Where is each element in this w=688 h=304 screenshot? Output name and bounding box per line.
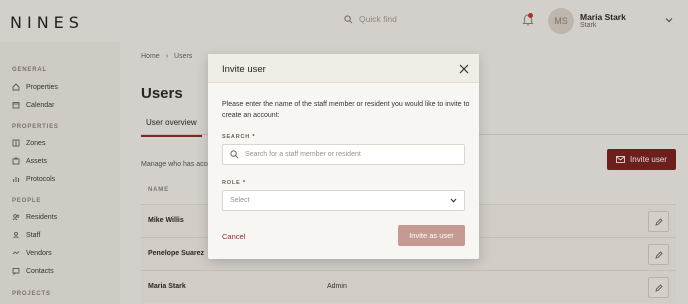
modal-description: Please enter the name of the staff membe… [222, 101, 470, 119]
staff-search-input[interactable]: Search for a staff member or resident [222, 144, 465, 165]
role-label-text: ROLE [222, 180, 241, 186]
invite-user-modal: Invite user Please enter the name of the… [208, 54, 479, 259]
chevron-down-icon [450, 198, 457, 203]
search-icon [230, 150, 239, 159]
required-mark: * [252, 134, 256, 140]
search-label-text: SEARCH [222, 134, 251, 140]
role-select[interactable]: Select [222, 190, 465, 211]
invite-as-user-button[interactable]: Invite as user [398, 225, 465, 246]
close-icon[interactable] [459, 64, 469, 74]
cancel-button[interactable]: Cancel [222, 232, 245, 241]
search-label: SEARCH * [222, 134, 255, 140]
modal-title: Invite user [222, 64, 266, 75]
required-mark: * [242, 180, 246, 186]
search-placeholder: Search for a staff member or resident [245, 151, 361, 158]
role-label: ROLE * [222, 180, 246, 186]
modal-header: Invite user [208, 54, 479, 83]
role-placeholder: Select [230, 197, 250, 204]
